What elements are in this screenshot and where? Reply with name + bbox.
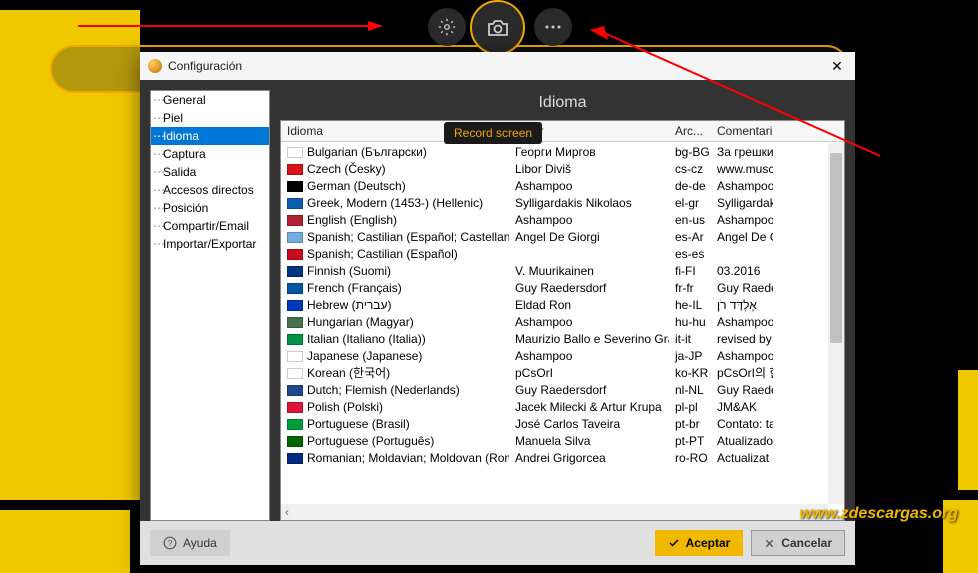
settings-sidebar: ⋯General⋯Piel⋯Idioma⋯Captura⋯Salida⋯Acce…: [150, 90, 270, 521]
accept-button[interactable]: Aceptar: [655, 530, 744, 556]
accept-label: Aceptar: [686, 536, 731, 550]
tooltip: Record screen: [444, 122, 542, 144]
sidebar-item[interactable]: ⋯Piel: [151, 109, 269, 127]
table-row[interactable]: Finnish (Suomi)V. Muurikainenfi-FI03.201…: [281, 262, 828, 279]
table-row[interactable]: Japanese (Japanese)Ashampooja-JPAshampoo: [281, 347, 828, 364]
table-row[interactable]: Romanian; Moldavian; Moldovan (Română)An…: [281, 449, 828, 466]
scroll-thumb[interactable]: [830, 153, 842, 343]
sidebar-item[interactable]: ⋯Accesos directos: [151, 181, 269, 199]
more-button[interactable]: [534, 8, 572, 46]
window-title: Configuración: [168, 59, 827, 73]
vertical-scrollbar[interactable]: [828, 143, 844, 504]
svg-text:?: ?: [168, 539, 173, 548]
sidebar-item[interactable]: ⋯General: [151, 91, 269, 109]
table-row[interactable]: Hebrew (עברית)Eldad Ronhe-ILאֶלְדָּד רֹן: [281, 296, 828, 313]
sidebar-item[interactable]: ⋯Posición: [151, 199, 269, 217]
horizontal-scrollbar[interactable]: ‹›: [281, 504, 828, 520]
table-row[interactable]: Bulgarian (Български)Георги Мирговbg-BGЗ…: [281, 143, 828, 160]
table-row[interactable]: Polish (Polski)Jacek Milecki & Artur Kru…: [281, 398, 828, 415]
sidebar-item[interactable]: ⋯Salida: [151, 163, 269, 181]
dialog-footer: ? Ayuda Aceptar Cancelar: [140, 521, 855, 565]
table-row[interactable]: Portuguese (Português)Manuela Silvapt-PT…: [281, 432, 828, 449]
settings-button[interactable]: [428, 8, 466, 46]
cancel-label: Cancelar: [781, 536, 832, 550]
help-button[interactable]: ? Ayuda: [150, 530, 230, 556]
sidebar-item[interactable]: ⋯Compartir/Email: [151, 217, 269, 235]
table-row[interactable]: Spanish; Castilian (Español)es-es: [281, 245, 828, 262]
table-row[interactable]: Hungarian (Magyar)Ashampoohu-huAshampoo: [281, 313, 828, 330]
help-icon: ?: [163, 536, 177, 550]
table-header: Idioma Autor Arc... Comentario: [281, 121, 844, 142]
language-table: Idioma Autor Arc... Comentario Bulgarian…: [280, 120, 845, 521]
table-row[interactable]: English (English)Ashampooen-usAshampoo: [281, 211, 828, 228]
table-row[interactable]: Czech (Česky)Libor Divišcs-czwww.muscu: [281, 160, 828, 177]
table-row[interactable]: Dutch; Flemish (Nederlands)Guy Raedersdo…: [281, 381, 828, 398]
gear-icon: [438, 18, 456, 36]
capture-button[interactable]: [470, 0, 525, 55]
help-label: Ayuda: [183, 536, 217, 550]
sidebar-item[interactable]: ⋯Importar/Exportar: [151, 235, 269, 253]
check-icon: [668, 537, 680, 549]
table-row[interactable]: Greek, Modern (1453-) (Hellenic)Sylligar…: [281, 194, 828, 211]
close-button[interactable]: ✕: [827, 58, 847, 75]
table-row[interactable]: Portuguese (Brasil)José Carlos Taveirapt…: [281, 415, 828, 432]
cancel-button[interactable]: Cancelar: [751, 530, 845, 556]
table-row[interactable]: Spanish; Castilian (Español; Castellano)…: [281, 228, 828, 245]
more-icon: [544, 25, 562, 29]
th-comment[interactable]: Comentario: [711, 121, 773, 141]
sidebar-item[interactable]: ⋯Idioma: [151, 127, 269, 145]
table-row[interactable]: German (Deutsch)Ashampoode-deAshampoo: [281, 177, 828, 194]
section-title: Idioma: [280, 90, 845, 120]
titlebar: Configuración ✕: [140, 52, 855, 80]
table-row[interactable]: Korean (한국어)pCsOrIko-KRpCsOrI의 한: [281, 364, 828, 381]
x-icon: [764, 538, 775, 549]
watermark: www.zdescargas.org: [799, 505, 958, 523]
camera-icon: [486, 16, 510, 40]
th-file[interactable]: Arc...: [669, 121, 711, 141]
app-icon: [148, 59, 162, 73]
table-row[interactable]: French (Français)Guy Raedersdorffr-frGuy…: [281, 279, 828, 296]
table-row[interactable]: Italian (Italiano (Italia))Maurizio Ball…: [281, 330, 828, 347]
sidebar-item[interactable]: ⋯Captura: [151, 145, 269, 163]
